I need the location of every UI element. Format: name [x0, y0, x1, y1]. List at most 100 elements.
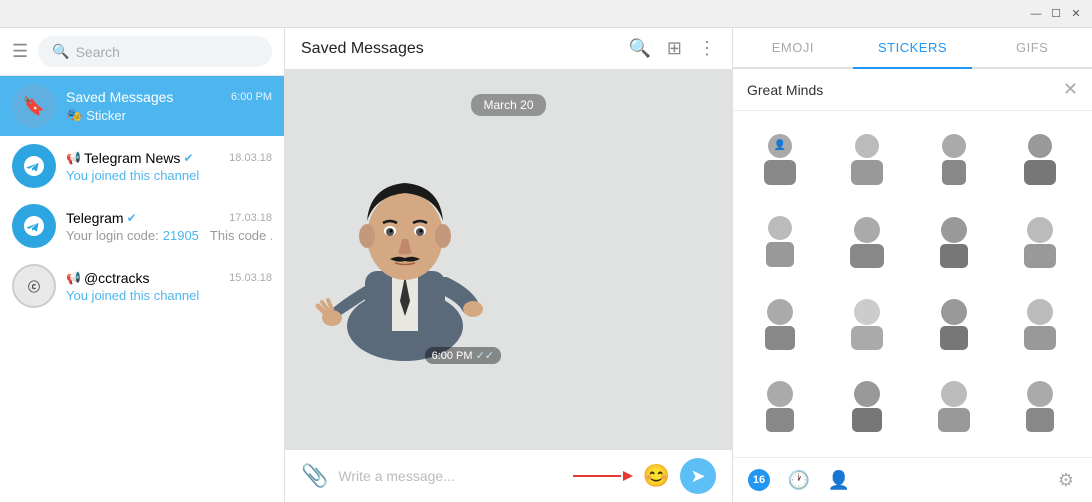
chat-name-row: 📢 @cctracks 15.03.18 [66, 270, 272, 286]
chat-area: Saved Messages 🔍 ⊞ ⋮ March 20 [285, 28, 732, 502]
chat-header-title: Saved Messages [301, 40, 424, 58]
verified-badge: ✔ [127, 211, 137, 225]
more-icon[interactable]: ⋮ [698, 38, 716, 59]
preview-icon: 🎭 [66, 107, 82, 123]
sticker-message: 6:00 PM ✓✓ [301, 132, 509, 370]
red-arrow-icon [573, 469, 633, 483]
avatar-saved-messages: 🔖 [12, 84, 56, 128]
menu-icon[interactable]: ☰ [12, 41, 28, 62]
sticker-3[interactable] [915, 119, 993, 197]
emoji-button[interactable]: 😊 [643, 463, 670, 489]
send-button[interactable]: ➤ [680, 458, 716, 494]
footer-stickers-badge[interactable]: 16 [741, 462, 777, 498]
sticker-13[interactable] [741, 365, 819, 443]
sticker-svg [310, 141, 500, 361]
sticker-6[interactable] [828, 201, 906, 279]
chat-name-row: 📢 Telegram News ✔ 18.03.18 [66, 150, 272, 166]
sticker-close-button[interactable]: ✕ [1063, 79, 1078, 100]
chat-preview: 🎭 Sticker [66, 107, 272, 123]
search-icon: 🔍 [52, 43, 69, 60]
sidebar: ☰ 🔍 🔖 Saved Messages 6:00 PM 🎭 Sticker [0, 28, 285, 502]
sticker-17[interactable] [741, 447, 819, 457]
sticker-4[interactable] [1001, 119, 1079, 197]
avatar-cctracks: ⓒ [12, 264, 56, 308]
chat-name: @cctracks [84, 270, 150, 286]
chat-name-row: Saved Messages 6:00 PM [66, 89, 272, 105]
avatar-telegram-news [12, 144, 56, 188]
sticker-panel: EMOJI STICKERS GIFS Great Minds ✕ 👤 [732, 28, 1092, 502]
sticker-panel-footer: 16 🕐 👤 ⚙ [733, 457, 1092, 502]
chat-list: 🔖 Saved Messages 6:00 PM 🎭 Sticker [0, 76, 284, 502]
chat-name: Telegram [66, 210, 124, 226]
chat-item-cctracks[interactable]: ⓒ 📢 @cctracks 15.03.18 You joined this c… [0, 256, 284, 316]
sticker-pack-name: Great Minds [747, 82, 823, 98]
minimize-button[interactable]: — [1028, 6, 1044, 22]
chat-name: Telegram News [84, 150, 180, 166]
search-input[interactable] [76, 44, 258, 60]
sidebar-header: ☰ 🔍 [0, 28, 284, 76]
sticker-2[interactable] [828, 119, 906, 197]
chat-header-icons: 🔍 ⊞ ⋮ [628, 38, 716, 59]
footer-active-sticker-icon[interactable]: 👤 [821, 462, 857, 498]
sticker-12[interactable] [1001, 283, 1079, 361]
speaker-icon: 📢 [66, 151, 81, 165]
footer-clock-icon[interactable]: 🕐 [781, 462, 817, 498]
chat-time: 6:00 PM [231, 91, 272, 103]
chat-preview: You joined this channel [66, 168, 272, 183]
chat-name-row: Telegram ✔ 17.03.18 [66, 210, 272, 226]
sticker-count-badge: 16 [748, 469, 770, 491]
sticker-pack-header: Great Minds ✕ [733, 69, 1092, 111]
chat-info-telegram: Telegram ✔ 17.03.18 Your login code: 219… [66, 210, 272, 243]
sticker-9[interactable] [741, 283, 819, 361]
chat-preview: Your login code: 21905 This code ... [66, 228, 272, 243]
verified-badge: ✔ [183, 151, 193, 165]
sticker-11[interactable] [915, 283, 993, 361]
search-box[interactable]: 🔍 [38, 36, 272, 67]
chat-info-saved-messages: Saved Messages 6:00 PM 🎭 Sticker [66, 89, 272, 123]
chat-header: Saved Messages 🔍 ⊞ ⋮ [285, 28, 732, 70]
avatar-telegram [12, 204, 56, 248]
close-button[interactable]: ✕ [1068, 6, 1084, 22]
chat-time: 15.03.18 [229, 272, 272, 284]
chat-info-telegram-news: 📢 Telegram News ✔ 18.03.18 You joined th… [66, 150, 272, 183]
sticker-image [305, 136, 505, 366]
chat-messages: March 20 [285, 70, 732, 449]
chat-input-bar: 📎 😊 ➤ [285, 449, 732, 502]
footer-settings-icon[interactable]: ⚙ [1048, 462, 1084, 498]
date-badge: March 20 [471, 94, 545, 116]
maximize-button[interactable]: ☐ [1048, 6, 1064, 22]
sticker-15[interactable] [915, 365, 993, 443]
sticker-8[interactable] [1001, 201, 1079, 279]
send-icon: ➤ [690, 466, 705, 487]
app-container: ☰ 🔍 🔖 Saved Messages 6:00 PM 🎭 Sticker [0, 28, 1092, 502]
svg-text:👤: 👤 [774, 138, 786, 151]
chat-item-telegram-news[interactable]: 📢 Telegram News ✔ 18.03.18 You joined th… [0, 136, 284, 196]
chat-preview: You joined this channel [66, 288, 272, 303]
chat-time: 18.03.18 [229, 152, 272, 164]
chat-info-cctracks: 📢 @cctracks 15.03.18 You joined this cha… [66, 270, 272, 303]
tab-gifs[interactable]: GIFS [972, 28, 1092, 67]
sticker-7[interactable] [915, 201, 993, 279]
sticker-tabs: EMOJI STICKERS GIFS [733, 28, 1092, 69]
chat-name: Saved Messages [66, 89, 173, 105]
sticker-14[interactable] [828, 365, 906, 443]
sticker-16[interactable] [1001, 365, 1079, 443]
titlebar: — ☐ ✕ [0, 0, 1092, 28]
search-chat-icon[interactable]: 🔍 [628, 38, 650, 59]
sticker-5[interactable] [741, 201, 819, 279]
chat-item-saved-messages[interactable]: 🔖 Saved Messages 6:00 PM 🎭 Sticker [0, 76, 284, 136]
sticker-10[interactable] [828, 283, 906, 361]
sticker-1[interactable]: 👤 [741, 119, 819, 197]
check-icon: ✓✓ [476, 349, 494, 362]
chat-time: 17.03.18 [229, 212, 272, 224]
sticker-grid: 👤 [733, 111, 1092, 457]
attach-icon[interactable]: 📎 [301, 463, 328, 489]
chat-item-telegram[interactable]: Telegram ✔ 17.03.18 Your login code: 219… [0, 196, 284, 256]
message-input[interactable] [338, 464, 562, 488]
tab-emoji[interactable]: EMOJI [733, 28, 853, 67]
speaker-icon: 📢 [66, 271, 81, 285]
message-time: 6:00 PM ✓✓ [425, 347, 501, 364]
columns-icon[interactable]: ⊞ [667, 38, 682, 59]
arrow-indicator [573, 469, 633, 483]
tab-stickers[interactable]: STICKERS [853, 28, 973, 67]
